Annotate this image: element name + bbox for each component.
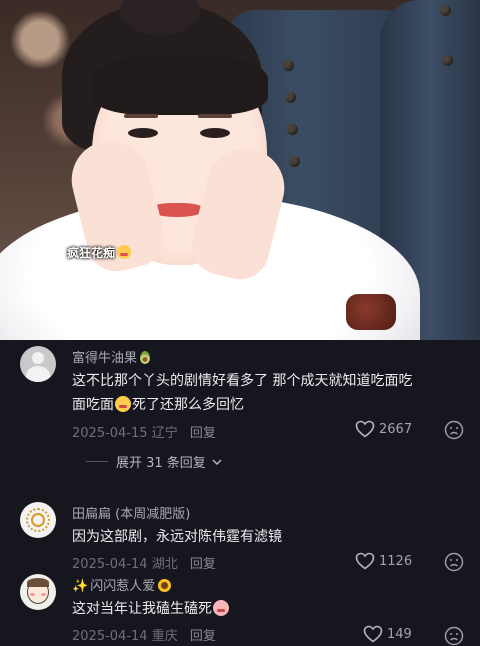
comment-location: 湖北 (151, 557, 178, 572)
comment-text-line: 这不比那个丫头的剧情好看多了 那个成天就知道吃面吃 (72, 373, 413, 389)
crying-face-icon (115, 396, 131, 412)
comment-location: 辽宁 (151, 426, 178, 441)
comment-date: 2025-04-15 (72, 426, 148, 441)
like-count: 149 (387, 626, 412, 642)
cartoon-blush (30, 593, 35, 596)
comment-meta: 2025-04-15 辽宁 回复 (72, 422, 216, 441)
comment-text: 这不比那个丫头的剧情好看多了 那个成天就知道吃面吃 面吃面 死了还那么多回忆 (72, 369, 472, 417)
uniform-button (285, 92, 296, 103)
dislike-icon[interactable] (444, 552, 464, 572)
comment-username[interactable]: ✨ 闪闪惹人爱 (72, 575, 172, 594)
like-count: 2667 (379, 421, 413, 437)
username-text[interactable]: 闪闪惹人爱 (90, 579, 155, 594)
expand-replies-button[interactable]: 展开 31 条回复 (86, 452, 222, 471)
reply-button[interactable]: 回复 (190, 426, 216, 441)
sun-core (31, 513, 45, 527)
uniform-button (287, 124, 298, 135)
eye (200, 128, 230, 138)
like-button[interactable]: 2667 (355, 420, 412, 438)
heart-icon (355, 420, 375, 438)
handbag (346, 294, 396, 330)
uniform-button (289, 156, 300, 167)
comment-text-line: 面吃面 死了还那么多回忆 (72, 393, 472, 417)
expand-replies-label[interactable]: 展开 31 条回复 (116, 452, 206, 471)
comment-username[interactable]: 富得牛油果 (72, 347, 151, 366)
uniform-button (440, 5, 451, 16)
comment-meta: 2025-04-14 湖北 回复 (72, 553, 216, 572)
sparkles-icon: ✨ (72, 579, 89, 594)
comment-text-line: 这对当年让我磕生磕死 (72, 597, 472, 621)
avatar[interactable] (20, 502, 56, 538)
video-sticker: 疯狂花痴 (67, 244, 132, 261)
reply-button[interactable]: 回复 (190, 557, 216, 572)
cartoon-blush (41, 593, 46, 596)
comment-date: 2025-04-14 (72, 629, 148, 644)
eye (128, 128, 158, 138)
comment-text-segment: 死了还那么多回忆 (132, 397, 244, 413)
comment-text-segment: 面吃面 (72, 397, 114, 413)
comment-meta: 2025-04-14 重庆 回复 (72, 625, 216, 644)
eyebrow (198, 114, 232, 118)
uniform-button (283, 60, 294, 71)
heart-icon (355, 552, 375, 570)
sticker-text: 疯狂花痴 (67, 246, 116, 260)
dislike-icon[interactable] (444, 420, 464, 440)
comment-text-line: 因为这部剧，永远对陈伟霆有滤镜 (72, 529, 282, 545)
comment-section: 富得牛油果 这不比那个丫头的剧情好看多了 那个成天就知道吃面吃 面吃面 死了还那么… (0, 340, 480, 646)
video-frame[interactable]: 疯狂花痴 (0, 0, 480, 340)
reply-button[interactable]: 回复 (190, 629, 216, 644)
pig-face-icon (213, 600, 229, 616)
comment-date: 2025-04-14 (72, 557, 148, 572)
like-button[interactable]: 149 (363, 625, 412, 643)
cartoon-hair (27, 578, 49, 587)
username-text[interactable]: 富得牛油果 (72, 351, 137, 366)
eyebrow (124, 114, 158, 118)
comment-text: 因为这部剧，永远对陈伟霆有滤镜 (72, 525, 472, 549)
bangs (92, 55, 268, 115)
heart-eyes-face-icon (117, 245, 132, 259)
heart-icon (363, 625, 383, 643)
chevron-down-icon (212, 458, 222, 465)
avatar[interactable] (20, 346, 56, 382)
avatar[interactable] (20, 574, 56, 610)
avocado-icon (140, 351, 151, 364)
dislike-icon[interactable] (444, 626, 464, 646)
comment-username[interactable]: 田扁扁 (本周减肥版) (72, 503, 190, 522)
comment-location: 重庆 (151, 629, 178, 644)
like-count: 1126 (379, 553, 413, 569)
username-text[interactable]: 田扁扁 (本周减肥版) (72, 507, 190, 522)
divider (86, 461, 108, 462)
comment-text: 这对当年让我磕生磕死 (72, 597, 472, 621)
like-button[interactable]: 1126 (355, 552, 412, 570)
sunflower-icon (158, 579, 172, 592)
uniform-button (442, 55, 453, 66)
comment-text-segment: 这对当年让我磕生磕死 (72, 601, 212, 617)
